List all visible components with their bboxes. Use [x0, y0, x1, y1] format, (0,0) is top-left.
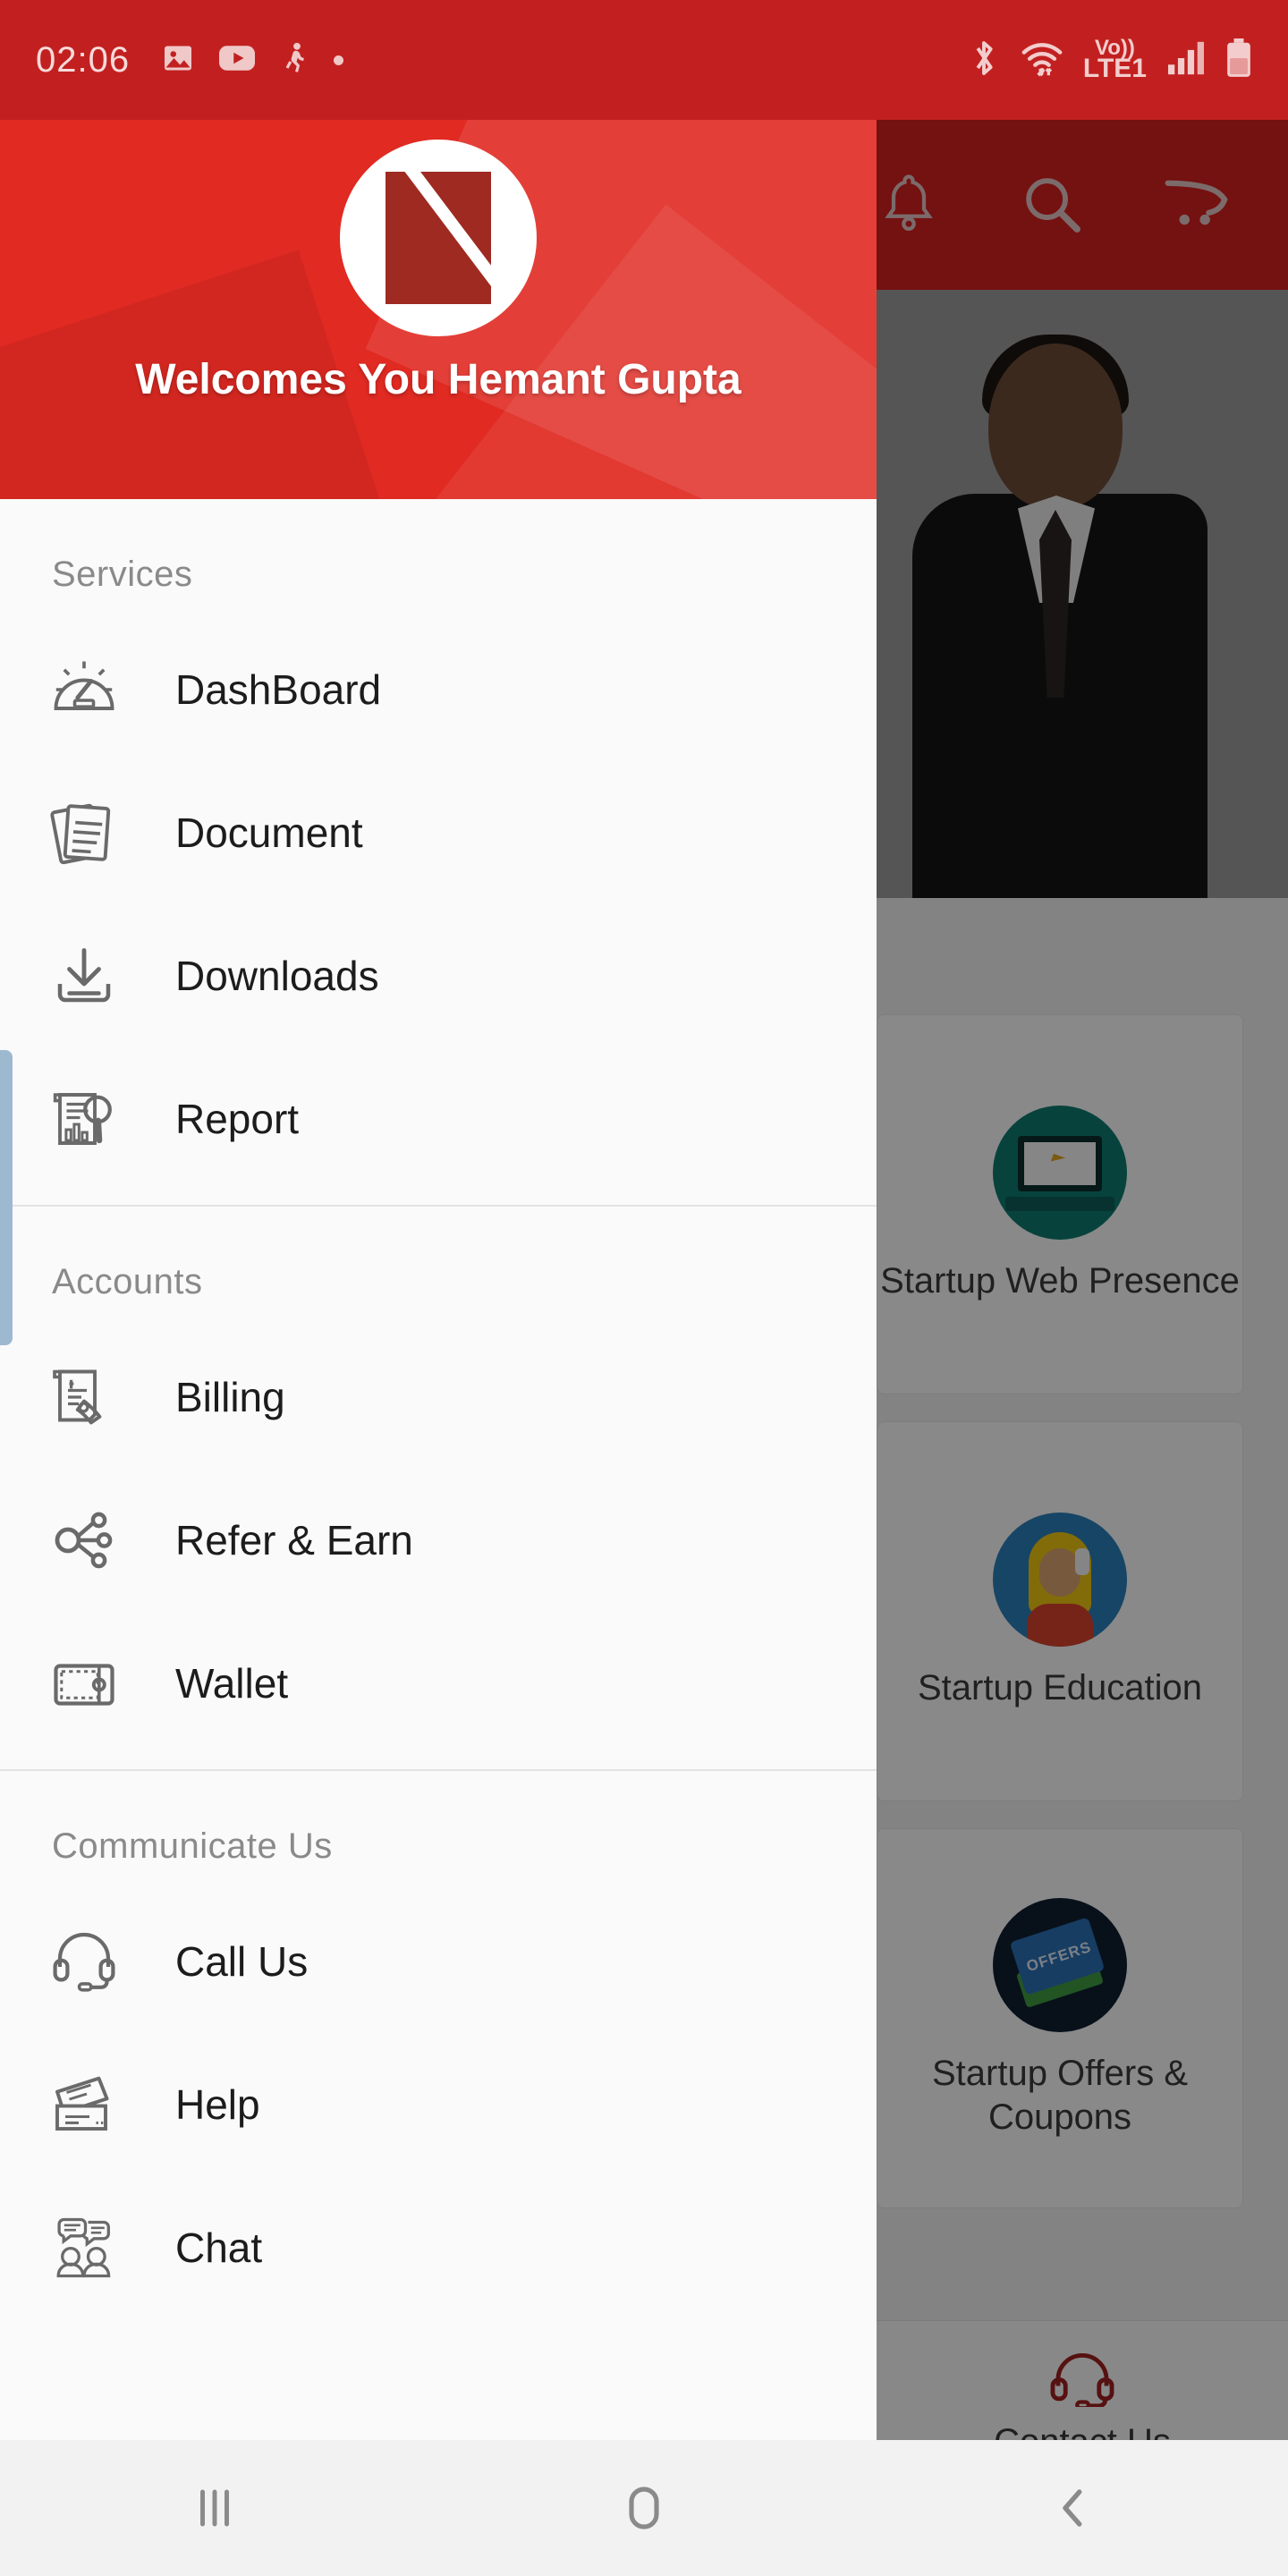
- sidebar-item-chat[interactable]: Chat: [0, 2176, 877, 2319]
- signal-icon: [1166, 40, 1206, 80]
- section-title-services: Services: [52, 555, 193, 594]
- section-title-communicate: Communicate Us: [52, 1826, 333, 1866]
- sidebar-item-document[interactable]: Document: [0, 761, 877, 904]
- volte-indicator: Vo)) LTE1: [1082, 37, 1147, 84]
- sidebar-item-dashboard[interactable]: DashBoard: [0, 618, 877, 761]
- bluetooth-icon: [967, 38, 1001, 82]
- wallet-icon: [47, 1646, 122, 1721]
- gallery-icon: [162, 42, 194, 79]
- status-clock: 02:06: [36, 39, 131, 80]
- sidebar-item-billing[interactable]: Billing: [0, 1326, 877, 1469]
- sidebar-item-label: Chat: [175, 2224, 263, 2271]
- drawer-section-accounts: Accounts Billing Refer & Earn Wallet: [0, 1207, 877, 1755]
- drawer-section-services: Services DashBoard Document Downloads Re…: [0, 499, 877, 1191]
- sidebar-item-call-us[interactable]: Call Us: [0, 1890, 877, 2033]
- sidebar-item-downloads[interactable]: Downloads: [0, 904, 877, 1047]
- download-icon: [47, 938, 122, 1013]
- battery-icon: [1225, 38, 1252, 82]
- sidebar-item-label: Billing: [175, 1374, 285, 1420]
- status-left-icons: [162, 42, 344, 79]
- back-button[interactable]: [993, 2440, 1154, 2576]
- sidebar-item-wallet[interactable]: Wallet: [0, 1612, 877, 1755]
- drawer-scroll-indicator[interactable]: [0, 1050, 13, 1345]
- sidebar-item-report[interactable]: Report: [0, 1047, 877, 1191]
- home-button[interactable]: [564, 2440, 724, 2576]
- documents-icon: [47, 795, 122, 870]
- dot-indicator: [334, 55, 344, 65]
- share-network-icon: [47, 1503, 122, 1578]
- status-bar: 02:06 Vo)) LTE1: [0, 0, 1288, 120]
- headset-icon: [47, 1924, 122, 1999]
- app-logo: [340, 140, 537, 336]
- sidebar-item-label: Help: [175, 2081, 260, 2128]
- tickets-icon: [47, 2067, 122, 2142]
- chat-people-icon: [47, 2210, 122, 2285]
- sidebar-item-help[interactable]: Help: [0, 2033, 877, 2176]
- sidebar-item-label: Wallet: [175, 1660, 289, 1707]
- drawer-section-communicate: Communicate Us Call Us Help Chat: [0, 1771, 877, 2319]
- recents-button[interactable]: [134, 2440, 295, 2576]
- sidebar-item-label: Downloads: [175, 953, 379, 999]
- sidebar-item-label: Call Us: [175, 1938, 309, 1985]
- drawer-welcome-text: Welcomes You Hemant Gupta: [135, 356, 741, 403]
- volte-bottom-label: LTE1: [1082, 54, 1147, 84]
- sidebar-item-refer-earn[interactable]: Refer & Earn: [0, 1469, 877, 1612]
- report-search-icon: [47, 1081, 122, 1157]
- invoice-icon: [47, 1360, 122, 1435]
- wifi-icon: [1021, 38, 1063, 82]
- sidebar-item-label: DashBoard: [175, 666, 382, 713]
- android-nav-bar: [0, 2440, 1288, 2576]
- status-right-icons: Vo)) LTE1: [967, 37, 1252, 84]
- sidebar-item-label: Document: [175, 809, 363, 856]
- navigation-drawer: Welcomes You Hemant Gupta Services DashB…: [0, 120, 877, 2440]
- speedometer-icon: [47, 652, 122, 727]
- sidebar-item-label: Report: [175, 1096, 300, 1142]
- youtube-icon: [219, 45, 256, 76]
- fitness-icon: [280, 42, 309, 79]
- section-title-accounts: Accounts: [52, 1262, 203, 1301]
- sidebar-item-label: Refer & Earn: [175, 1517, 413, 1563]
- drawer-header: Welcomes You Hemant Gupta: [0, 120, 877, 499]
